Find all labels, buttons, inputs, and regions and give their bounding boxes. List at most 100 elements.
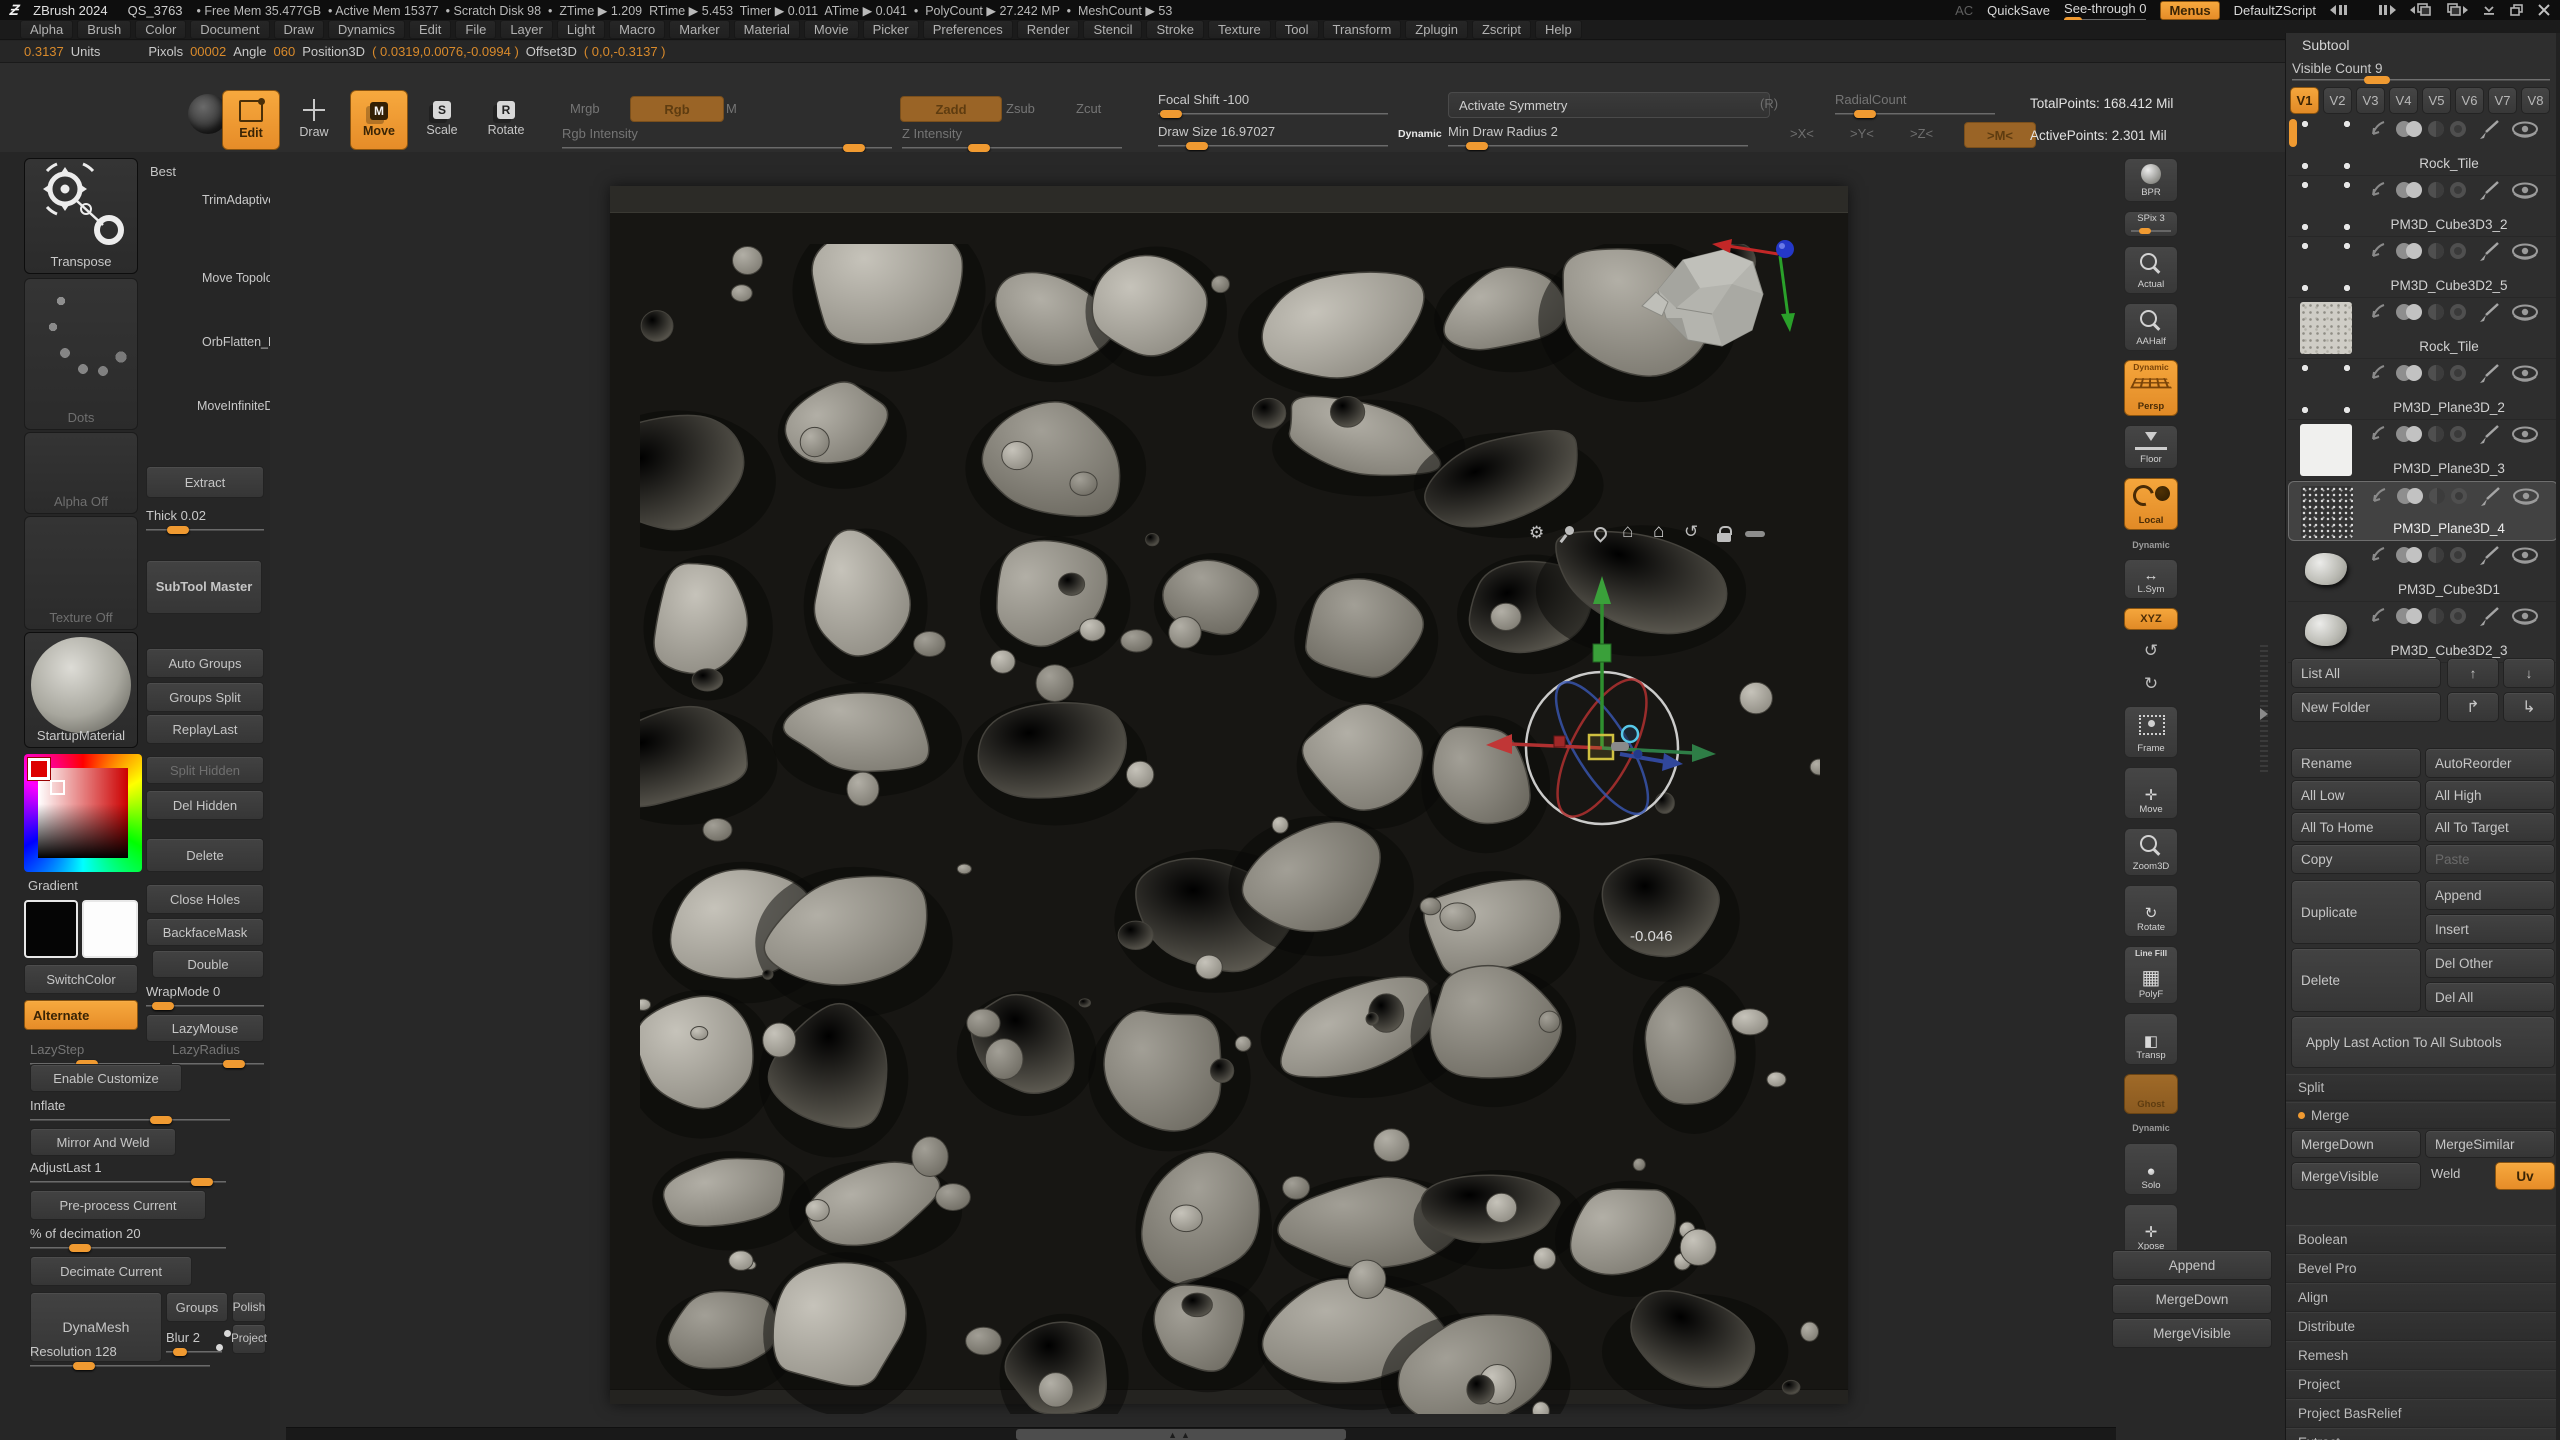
dynamic-draw-size-toggle[interactable]: Dynamic [1398,128,1442,140]
subtool-icon-strip[interactable] [2370,424,2550,444]
merge-down-button[interactable]: MergeDown [2291,1130,2421,1158]
subtool-row[interactable]: Rock_Tile [2288,115,2558,176]
enable-customize-button[interactable]: Enable Customize [30,1064,182,1092]
section-header[interactable]: Bevel Pro [2286,1254,2559,1283]
version-tab[interactable]: V8 [2521,87,2550,114]
insert-button[interactable]: Insert [2425,914,2555,944]
autoreorder-button[interactable]: AutoReorder [2425,748,2555,778]
merge-visible-button[interactable]: MergeVisible [2291,1162,2421,1190]
minimize-icon[interactable] [2482,4,2496,16]
weld-toggle[interactable]: Weld [2431,1166,2460,1181]
shelf-button[interactable]: ↻ [2124,672,2178,696]
symmetry-z-button[interactable]: >Z< [1910,126,1933,141]
polygon-head-model[interactable] [1628,232,1808,372]
menus-button[interactable]: Menus [2160,1,2219,20]
alpha-selector-button[interactable]: Alpha Off [24,432,138,514]
menu-item[interactable]: Edit [409,20,451,39]
shelf-button[interactable]: Ghost [2124,1074,2178,1114]
quick-action-button[interactable]: Append [2112,1250,2272,1280]
shelf-button[interactable]: Dynamic [2124,1123,2178,1134]
shelf-button[interactable]: Line Fill ▦ PolyF [2124,946,2178,1004]
transpose-gizmo[interactable] [1470,566,1770,866]
menu-item[interactable]: Zscript [1472,20,1531,39]
main-color-swatch[interactable] [24,900,78,958]
menu-item[interactable]: Stroke [1146,20,1204,39]
menu-item[interactable]: Preferences [923,20,1013,39]
close-holes-button[interactable]: Close Holes [146,884,264,914]
alternate-button[interactable]: Alternate [24,1000,138,1030]
version-tab[interactable]: V4 [2389,87,2418,114]
brush-moveinfinitedepth-button[interactable]: MoveInfiniteDep [142,398,268,413]
texture-selector-button[interactable]: Texture Off [24,516,138,630]
subtool-row[interactable]: PM3D_Cube3D2_3 [2288,602,2558,663]
menu-item[interactable]: Macro [609,20,665,39]
backface-mask-button[interactable]: BackfaceMask [146,918,264,946]
gizmo-icon[interactable] [1621,524,1641,544]
shelf-button[interactable]: SPix 3 [2124,211,2178,237]
lazy-mouse-button[interactable]: LazyMouse [146,1014,264,1042]
double-button[interactable]: Double [152,950,264,978]
brush-orbflatten-button[interactable]: OrbFlatten_Edge [142,334,268,349]
resolution-slider[interactable]: Resolution 128 [30,1344,210,1364]
rename-button[interactable]: Rename [2291,748,2421,778]
move-subtool-up-button[interactable]: ↑ [2447,658,2499,688]
del-hidden-button[interactable]: Del Hidden [146,790,264,820]
secondary-color-swatch[interactable] [82,900,138,958]
document-area[interactable]: -0.046 [610,186,1848,1404]
menu-item[interactable]: Zplugin [1405,20,1468,39]
gizmo-icon[interactable] [1683,524,1703,544]
symmetry-x-button[interactable]: >X< [1790,126,1814,141]
min-draw-radius-slider[interactable]: Min Draw Radius 2 [1448,124,1748,144]
split-section[interactable]: Split [2286,1074,2559,1101]
menu-item[interactable]: Brush [77,20,131,39]
gradient-toggle[interactable]: Gradient [28,878,78,893]
subtool-icon-strip[interactable] [2370,606,2550,626]
shelf-button[interactable]: ◧ Transp [2124,1013,2178,1065]
shelf-button[interactable]: ✛ Xpose [2124,1204,2178,1256]
viewport-canvas[interactable]: -0.046 [270,152,2285,1440]
subtool-row[interactable]: PM3D_Cube3D3_2 [2288,176,2558,237]
open-right-tray-icon[interactable] [2260,708,2274,720]
shelf-button[interactable]: AAHalf [2124,303,2178,351]
copy-button[interactable]: Copy [2291,844,2421,874]
rgb-intensity-slider[interactable]: Rgb Intensity [562,126,892,146]
shelf-button[interactable]: Actual [2124,246,2178,294]
adjust-last-slider[interactable]: AdjustLast 1 [30,1160,226,1180]
menu-item[interactable]: Dynamics [328,20,405,39]
menu-item[interactable]: Alpha [20,20,73,39]
menu-item[interactable]: Layer [500,20,553,39]
shelf-button[interactable]: Zoom3D [2124,828,2178,876]
merge-section[interactable]: Merge [2286,1102,2559,1129]
color-picker[interactable] [24,754,142,872]
delete-button[interactable]: Delete [2291,948,2421,1012]
uv-toggle[interactable]: Uv [2495,1162,2555,1190]
brush-trimadaptive-button[interactable]: TrimAdaptive [142,192,268,207]
mirror-and-weld-button[interactable]: Mirror And Weld [30,1128,176,1156]
angle-value[interactable]: 060 [273,44,295,59]
mrgb-button[interactable]: Mrgb [560,96,610,120]
see-through-slider[interactable]: See-through 0 [2064,1,2146,19]
menu-item[interactable]: Color [135,20,186,39]
close-icon[interactable] [2538,4,2550,16]
radial-count-slider[interactable]: RadialCount [1835,92,1995,112]
menu-item[interactable]: Marker [669,20,729,39]
extract-button[interactable]: Extract [146,466,264,498]
gizmo-icon[interactable] [1528,524,1548,544]
hue-selector-icon[interactable] [28,758,50,780]
zadd-button[interactable]: Zadd [900,96,1002,122]
menu-item[interactable]: Draw [274,20,324,39]
horizontal-scrollbar[interactable]: ▲▲ [286,1427,2116,1440]
lazy-step-slider[interactable]: LazyStep [30,1042,160,1062]
shelf-button[interactable]: ↻ Rotate [2124,885,2178,937]
collapse-left-tray-icon[interactable] [2330,4,2356,16]
thick-slider[interactable]: Thick 0.02 [146,508,264,528]
stroke-best-label[interactable]: Best [150,164,176,179]
move-mode-button[interactable]: M Move [350,90,408,150]
subtool-icon-strip[interactable] [2370,363,2550,383]
menu-item[interactable]: Help [1535,20,1582,39]
duplicate-button[interactable]: Duplicate [2291,880,2421,944]
all-to-home-button[interactable]: All To Home [2291,812,2421,842]
rotate-mode-button[interactable]: R Rotate [478,90,534,148]
replay-last-button[interactable]: ReplayLast [146,714,264,744]
section-header[interactable]: Boolean [2286,1225,2559,1254]
